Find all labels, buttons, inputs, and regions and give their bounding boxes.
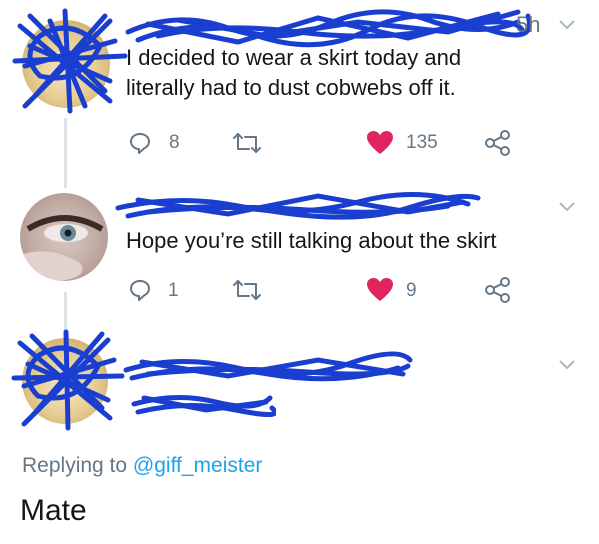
share-icon[interactable] [484, 276, 512, 304]
redacted-name [115, 191, 481, 220]
tweet-text: I decided to wear a skirt today and lite… [126, 45, 462, 100]
timestamp[interactable]: 5h [516, 12, 540, 38]
chevron-down-icon[interactable] [557, 200, 577, 214]
like-count: 135 [406, 132, 438, 153]
reply-count: 8 [169, 132, 180, 153]
heart-icon[interactable] [366, 277, 394, 303]
redacted-name [123, 351, 413, 382]
redaction-scribble [11, 329, 125, 431]
mention-link[interactable]: @giff_meister [133, 454, 262, 477]
replying-to: Replying to @giff_meister [22, 454, 262, 478]
avatar-eye-image [20, 215, 104, 281]
tweet-text: Hope you’re still talking about the skir… [126, 228, 497, 253]
share-icon[interactable] [484, 129, 512, 157]
tweet-text: Mate [20, 494, 87, 527]
retweet-icon[interactable] [232, 131, 262, 155]
heart-icon[interactable] [366, 130, 394, 156]
reply-icon[interactable] [128, 131, 152, 155]
reply-count: 1 [168, 280, 179, 301]
chevron-down-icon[interactable] [557, 358, 577, 372]
chevron-down-icon[interactable] [557, 18, 577, 32]
like-count: 9 [406, 280, 417, 301]
redacted-handle [131, 395, 276, 417]
replying-prefix: Replying to [22, 454, 133, 477]
reply-icon[interactable] [128, 278, 152, 302]
retweet-icon[interactable] [232, 278, 262, 302]
thread-line [64, 118, 67, 188]
avatar[interactable] [20, 193, 108, 281]
redaction-scribble [12, 8, 128, 114]
